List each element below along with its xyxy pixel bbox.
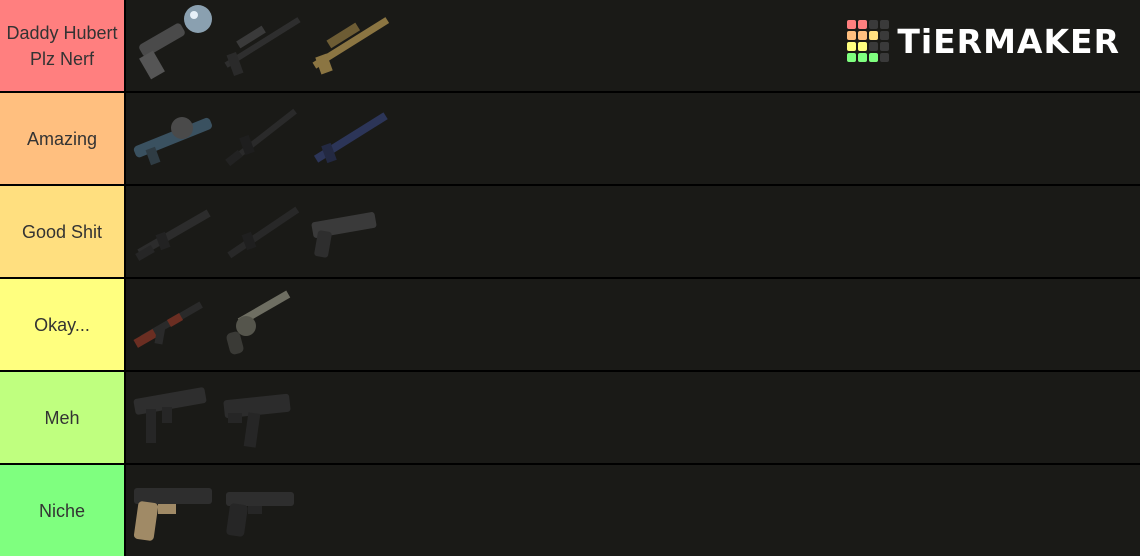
tier-label[interactable]: Daddy Hubert Plz Nerf: [0, 0, 124, 91]
tier-items: [126, 93, 1140, 184]
tier-label[interactable]: Meh: [0, 372, 124, 463]
tier-row: Good Shit: [0, 186, 1140, 277]
logo-grid-cell: [880, 20, 890, 29]
tier-label[interactable]: Niche: [0, 465, 124, 556]
blue-rifle-icon[interactable]: [304, 93, 392, 184]
tier-label[interactable]: Amazing: [0, 93, 124, 184]
assault-rifle-icon[interactable]: [216, 93, 304, 184]
tier-label[interactable]: Good Shit: [0, 186, 124, 277]
tier-list-board: Daddy Hubert Plz Nerf Amazing Good Shit …: [0, 0, 1140, 556]
logo-grid-cell: [847, 31, 857, 40]
tier-row: Amazing: [0, 93, 1140, 184]
dmr-rifle-icon[interactable]: [216, 186, 304, 277]
smg-icon[interactable]: [128, 372, 216, 463]
tier-row: Meh: [0, 372, 1140, 463]
logo-grid-cell: [858, 31, 868, 40]
revolver-icon[interactable]: [216, 279, 304, 370]
logo-text: TiERMAKER: [897, 21, 1120, 61]
tier-label[interactable]: Okay...: [0, 279, 124, 370]
tan-pistol-icon[interactable]: [128, 465, 216, 556]
tier-items: [126, 186, 1140, 277]
logo-grid-cell: [869, 31, 879, 40]
carbine-icon[interactable]: [128, 186, 216, 277]
logo-grid-cell: [869, 20, 879, 29]
pistol-icon[interactable]: [304, 186, 392, 277]
logo-grid-cell: [869, 53, 879, 62]
logo-grid-cell: [869, 42, 879, 51]
tier-row: Okay...: [0, 279, 1140, 370]
logo-grid-cell: [847, 42, 857, 51]
logo-grid-cell: [880, 31, 890, 40]
sniper-rifle-icon[interactable]: [216, 0, 304, 91]
logo-grid-cell: [858, 20, 868, 29]
flare-launcher-icon[interactable]: [128, 0, 216, 91]
logo-grid-cell: [880, 42, 890, 51]
logo-grid-cell: [858, 42, 868, 51]
logo-grid-cell: [880, 53, 890, 62]
tier-items: [126, 465, 1140, 556]
tiermaker-logo: TiERMAKER: [847, 20, 1120, 62]
logo-grid-icon: [847, 20, 890, 62]
machine-pistol-icon[interactable]: [216, 372, 304, 463]
tan-marksman-rifle-icon[interactable]: [304, 0, 392, 91]
logo-grid-cell: [847, 20, 857, 29]
logo-grid-cell: [858, 53, 868, 62]
logo-grid-cell: [847, 53, 857, 62]
tier-row: Niche: [0, 465, 1140, 556]
tier-items: [126, 279, 1140, 370]
ak-rifle-icon[interactable]: [128, 279, 216, 370]
blue-launcher-icon[interactable]: [128, 93, 216, 184]
tier-items: [126, 372, 1140, 463]
black-pistol-icon[interactable]: [216, 465, 304, 556]
